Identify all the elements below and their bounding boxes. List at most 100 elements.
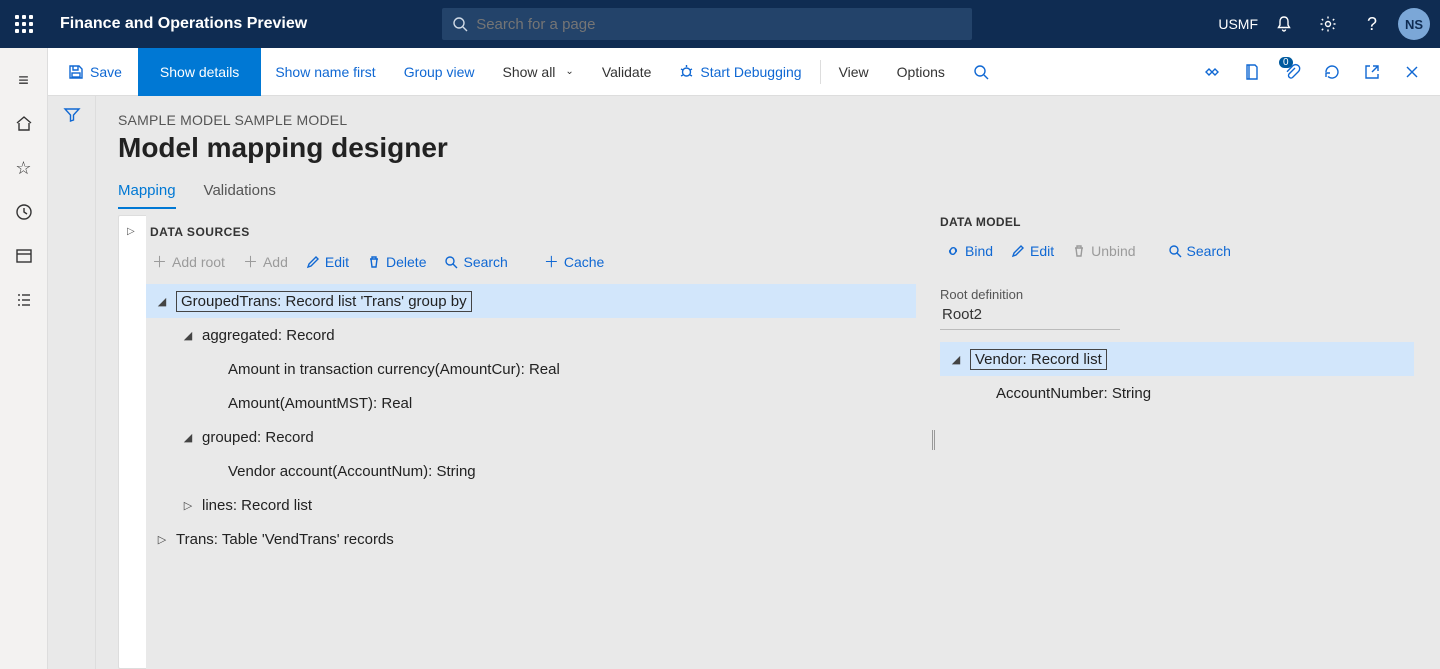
global-search-input[interactable]: [476, 16, 962, 33]
show-details-button[interactable]: Show details: [138, 48, 261, 96]
book-icon: [1243, 63, 1261, 81]
add-root-button[interactable]: ＋Add root: [148, 249, 229, 274]
tab-mapping[interactable]: Mapping: [118, 182, 176, 209]
global-search[interactable]: [442, 8, 972, 40]
page-title: Model mapping designer: [118, 132, 1440, 164]
popout-button[interactable]: [1352, 48, 1392, 96]
node-label: AccountNumber: String: [996, 385, 1151, 402]
edit-button[interactable]: Edit: [302, 252, 353, 272]
caret-right-icon: ▷: [127, 226, 135, 237]
data-model-toolbar: Bind Edit Unbind: [940, 229, 1414, 271]
options-menu[interactable]: Options: [883, 48, 959, 96]
tree-node-lines[interactable]: ▷ lines: Record list: [146, 488, 916, 522]
gear-icon: [1319, 15, 1337, 33]
ds-search-label: Search: [463, 254, 507, 270]
app-launcher[interactable]: [0, 0, 48, 48]
node-label: grouped: Record: [202, 429, 314, 446]
validate-button[interactable]: Validate: [588, 48, 666, 96]
show-all-label: Show all: [503, 64, 556, 80]
expander-icon[interactable]: ▷: [180, 499, 196, 512]
tree-node-grouped[interactable]: ◢ grouped: Record: [146, 420, 916, 454]
tree-node-groupedtrans[interactable]: ◢ GroupedTrans: Record list 'Trans' grou…: [146, 284, 916, 318]
close-icon: [1405, 65, 1419, 79]
delete-button[interactable]: Delete: [363, 252, 430, 272]
attachments-button[interactable]: 0: [1272, 48, 1312, 96]
dm-edit-label: Edit: [1030, 243, 1054, 259]
nav-expand[interactable]: ≡: [0, 58, 48, 102]
add-label: Add: [263, 254, 288, 270]
start-debugging-button[interactable]: Start Debugging: [665, 48, 815, 96]
show-name-first-button[interactable]: Show name first: [261, 48, 389, 96]
add-root-label: Add root: [172, 254, 225, 270]
tree-node-accountnum[interactable]: · Vendor account(AccountNum): String: [146, 454, 916, 488]
add-button[interactable]: ＋Add: [239, 249, 292, 274]
data-sources-toolbar: ＋Add root ＋Add Edit Delete: [146, 245, 916, 284]
unbind-button[interactable]: Unbind: [1068, 241, 1139, 261]
trash-icon: [1072, 244, 1086, 258]
tree-node-amountmst[interactable]: · Amount(AmountMST): Real: [146, 386, 916, 420]
expander-icon[interactable]: ◢: [180, 431, 196, 444]
tree-node-amountcur[interactable]: · Amount in transaction currency(AmountC…: [146, 352, 916, 386]
show-details-label: Show details: [160, 64, 239, 80]
tree-node-accountnumber[interactable]: · AccountNumber: String: [940, 376, 1414, 410]
expander-icon[interactable]: ◢: [180, 329, 196, 342]
splitter-handle[interactable]: [932, 430, 935, 450]
company-picker[interactable]: USMF: [1218, 16, 1258, 32]
expander-icon[interactable]: ◢: [948, 353, 964, 366]
filter-button[interactable]: [63, 106, 81, 669]
nav-home[interactable]: [0, 102, 48, 146]
root-definition-value[interactable]: Root2: [940, 302, 1120, 330]
pencil-icon: [1011, 244, 1025, 258]
group-view-label: Group view: [404, 64, 475, 80]
start-debugging-label: Start Debugging: [700, 64, 801, 80]
show-all-dropdown[interactable]: Show all ⌄: [489, 48, 588, 96]
hamburger-icon: ≡: [18, 70, 29, 91]
question-icon: ?: [1367, 14, 1377, 35]
refresh-button[interactable]: [1312, 48, 1352, 96]
node-label: lines: Record list: [202, 497, 312, 514]
nav-recent[interactable]: [0, 190, 48, 234]
action-search-button[interactable]: [959, 48, 1003, 96]
expander-icon[interactable]: ▷: [154, 533, 170, 546]
node-label: Vendor account(AccountNum): String: [228, 463, 476, 480]
notifications-button[interactable]: [1262, 0, 1306, 48]
save-button[interactable]: Save: [48, 48, 138, 96]
dm-search-button[interactable]: Search: [1164, 241, 1235, 261]
tree-node-vendor[interactable]: ◢ Vendor: Record list: [940, 342, 1414, 376]
nav-workspaces[interactable]: [0, 234, 48, 278]
dm-edit-button[interactable]: Edit: [1007, 241, 1058, 261]
node-label: aggregated: Record: [202, 327, 335, 344]
cache-button[interactable]: ＋Cache: [540, 249, 608, 274]
user-avatar[interactable]: NS: [1398, 8, 1430, 40]
settings-button[interactable]: [1306, 0, 1350, 48]
workspace-icon: [15, 247, 33, 265]
breadcrumb: SAMPLE MODEL SAMPLE MODEL: [118, 112, 1440, 128]
bind-button[interactable]: Bind: [942, 241, 997, 261]
search-icon: [452, 16, 468, 32]
chevron-down-icon: ⌄: [565, 66, 573, 77]
data-sources-panel: ▷ DATA SOURCES ＋Add root ＋Add Edit: [118, 215, 916, 669]
attachments-badge: 0: [1279, 57, 1293, 68]
help-button[interactable]: ?: [1350, 0, 1394, 48]
view-label: View: [839, 64, 869, 80]
debug-icon: [679, 64, 694, 79]
group-view-button[interactable]: Group view: [390, 48, 489, 96]
tree-node-trans[interactable]: ▷ Trans: Table 'VendTrans' records: [146, 522, 916, 556]
data-sources-heading: DATA SOURCES: [146, 215, 916, 245]
view-menu[interactable]: View: [825, 48, 883, 96]
office-addins-button[interactable]: [1232, 48, 1272, 96]
ds-search-button[interactable]: Search: [440, 252, 511, 272]
datasource-types-gutter[interactable]: ▷: [118, 215, 146, 669]
pencil-icon: [306, 255, 320, 269]
expander-icon[interactable]: ◢: [154, 295, 170, 308]
unbind-label: Unbind: [1091, 243, 1135, 259]
node-label: Amount in transaction currency(AmountCur…: [228, 361, 560, 378]
tab-validations[interactable]: Validations: [204, 182, 276, 209]
trash-icon: [367, 255, 381, 269]
tree-node-aggregated[interactable]: ◢ aggregated: Record: [146, 318, 916, 352]
close-button[interactable]: [1392, 48, 1432, 96]
connector-button[interactable]: [1192, 48, 1232, 96]
nav-favorites[interactable]: ☆: [0, 146, 48, 190]
nav-modules[interactable]: [0, 278, 48, 322]
app-title: Finance and Operations Preview: [60, 15, 307, 33]
